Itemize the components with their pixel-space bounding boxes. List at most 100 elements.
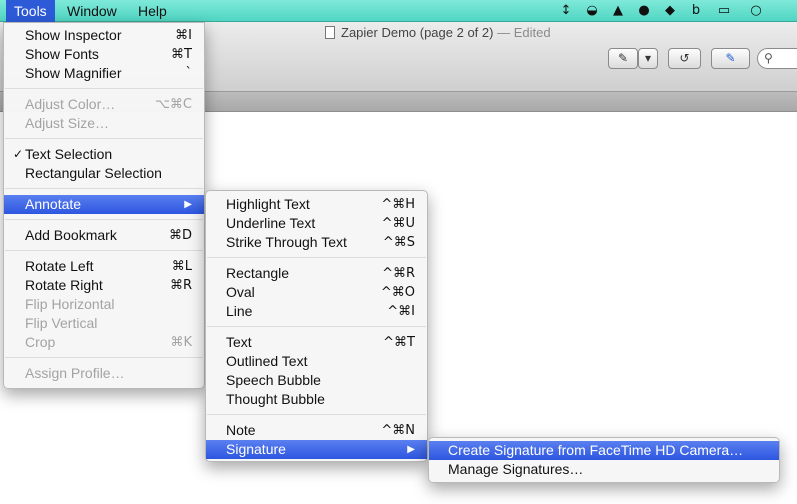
menu-item-shortcut: ^⌘T (383, 335, 415, 350)
window-title: Zapier Demo (page 2 of 2) — Edited (325, 25, 551, 40)
dropbox-icon[interactable]: ◆ (661, 3, 679, 19)
menu-separator (207, 326, 426, 327)
menu-item-label: Crop (25, 334, 56, 350)
menu-item-note[interactable]: Note ^⌘N (206, 421, 427, 440)
menu-item-label: Adjust Size… (25, 115, 110, 131)
menu-item-add-bookmark[interactable]: Add Bookmark ⌘D (4, 226, 204, 245)
edit-toolbar-button[interactable]: ✎ (711, 48, 750, 69)
rotate-icon: ↺ (679, 51, 690, 65)
annotate-submenu: Highlight Text ^⌘H Underline Text ^⌘U Strike… (205, 190, 428, 462)
menu-separator (5, 188, 203, 189)
menu-item-line[interactable]: Line ^⌘I (206, 302, 427, 321)
checkmark-icon: ✓ (13, 147, 24, 161)
menu-item-strike-through-text[interactable]: Strike Through Text ^⌘S (206, 233, 427, 252)
menu-item-shortcut: ^⌘H (381, 197, 415, 212)
menu-item-shortcut: ^⌘S (382, 235, 415, 250)
menu-item-rectangular-selection[interactable]: Rectangular Selection (4, 164, 204, 183)
menu-item-label: Thought Bubble (226, 391, 325, 407)
menu-item-crop: Crop ⌘K (4, 333, 204, 352)
window-title-text: Zapier Demo (page 2 of 2) (341, 25, 494, 40)
menu-item-manage-signatures[interactable]: Manage Signatures… (429, 460, 779, 479)
menu-item-label: Rotate Right (25, 277, 103, 293)
menu-item-label: Strike Through Text (226, 234, 347, 250)
menu-item-text-selection[interactable]: ✓ Text Selection (4, 145, 204, 164)
menu-separator (207, 414, 426, 415)
menu-item-label: Text (226, 334, 252, 350)
menu-item-label: Show Inspector (25, 27, 122, 43)
menu-item-shortcut: ⌘L (171, 259, 192, 274)
menu-item-label: Flip Horizontal (25, 296, 115, 312)
menu-item-label: Speech Bubble (226, 372, 321, 388)
pen-icon: ✎ (617, 51, 629, 65)
menu-item-annotate[interactable]: Annotate ▶ (4, 195, 204, 214)
menu-item-shortcut: ⌘K (170, 335, 192, 350)
menu-item-speech-bubble[interactable]: Speech Bubble (206, 371, 427, 390)
document-icon (325, 26, 335, 39)
chevron-down-icon: ▾ (644, 51, 652, 65)
cloud-drive-icon[interactable]: ◒ (583, 3, 601, 19)
menu-item-thought-bubble[interactable]: Thought Bubble (206, 390, 427, 409)
annotate-toolbar-button[interactable]: ✎ (608, 48, 638, 69)
menu-item-shortcut: ⌘T (171, 47, 192, 62)
menu-item-adjust-color: Adjust Color… ⌥⌘C (4, 95, 204, 114)
menu-item-label: Flip Vertical (25, 315, 98, 331)
menu-item-signature[interactable]: Signature ▶ (206, 440, 427, 459)
menubar-tools[interactable]: Tools (6, 0, 55, 22)
menu-item-show-magnifier[interactable]: Show Magnifier ` (4, 64, 204, 83)
search-input[interactable]: ⚲ (757, 48, 797, 69)
evernote-icon[interactable]: ● (635, 3, 653, 19)
menu-item-label: Note (226, 422, 256, 438)
search-icon: ⚲ (764, 51, 773, 65)
menu-item-shortcut: ⌘R (169, 278, 192, 293)
menu-item-rectangle[interactable]: Rectangle ^⌘R (206, 264, 427, 283)
menu-item-label: Text Selection (25, 146, 113, 162)
menu-item-adjust-size: Adjust Size… (4, 114, 204, 133)
menu-separator (207, 257, 426, 258)
menu-item-shortcut: ^⌘U (381, 216, 415, 231)
edited-status: — Edited (497, 25, 551, 40)
menu-item-show-inspector[interactable]: Show Inspector ⌘I (4, 26, 204, 45)
status-icons: ↕ ◒ ▲ ● ◆ b ▭ ○ (557, 0, 797, 22)
airplay-icon[interactable]: ▭ (715, 3, 733, 19)
menu-separator (5, 250, 203, 251)
sync-arrows-icon[interactable]: ↕ (557, 3, 575, 19)
menu-item-oval[interactable]: Oval ^⌘O (206, 283, 427, 302)
rotate-button[interactable]: ↺ (668, 48, 701, 69)
menu-item-label: Rectangular Selection (25, 165, 162, 181)
menu-item-rotate-left[interactable]: Rotate Left ⌘L (4, 257, 204, 276)
menu-item-highlight-text[interactable]: Highlight Text ^⌘H (206, 195, 427, 214)
menu-item-label: Line (226, 303, 253, 319)
menu-item-create-signature-from-facetime-hd-camera[interactable]: Create Signature from FaceTime HD Camera… (429, 441, 779, 460)
menu-item-label: Annotate (25, 196, 82, 212)
submenu-arrow-icon: ▶ (407, 444, 415, 455)
menu-item-rotate-right[interactable]: Rotate Right ⌘R (4, 276, 204, 295)
annotate-dropdown-button[interactable]: ▾ (638, 48, 658, 69)
menu-item-text[interactable]: Text ^⌘T (206, 333, 427, 352)
menubar-help[interactable]: Help (130, 0, 175, 22)
menu-item-label: Outlined Text (226, 353, 308, 369)
menu-item-flip-horizontal: Flip Horizontal (4, 295, 204, 314)
menu-item-shortcut: ⌘I (175, 28, 192, 43)
menu-item-shortcut: ` (185, 66, 193, 81)
google-drive-icon[interactable]: ▲ (609, 3, 627, 19)
menu-item-label: Rectangle (226, 265, 290, 281)
menu-item-label: Rotate Left (25, 258, 94, 274)
menu-item-show-fonts[interactable]: Show Fonts ⌘T (4, 45, 204, 64)
menu-separator (5, 88, 203, 89)
menu-item-underline-text[interactable]: Underline Text ^⌘U (206, 214, 427, 233)
menu-item-label: Manage Signatures… (448, 461, 584, 477)
b-app-icon[interactable]: b (687, 3, 705, 19)
menu-item-assign-profile: Assign Profile… (4, 364, 204, 383)
menu-separator (5, 219, 203, 220)
menu-item-label: Show Fonts (25, 46, 99, 62)
messages-icon[interactable]: ○ (747, 3, 765, 19)
edit-icon: ✎ (725, 51, 736, 65)
menu-separator (5, 138, 203, 139)
menu-item-label: Highlight Text (226, 196, 310, 212)
menu-item-outlined-text[interactable]: Outlined Text (206, 352, 427, 371)
menu-separator (5, 357, 203, 358)
menu-item-shortcut: ⌥⌘C (154, 97, 192, 112)
menu-bar: Tools Window Help ↕ ◒ ▲ ● ◆ b ▭ ○ (0, 0, 797, 22)
menubar-window[interactable]: Window (59, 0, 125, 22)
menu-item-label: Underline Text (226, 215, 316, 231)
